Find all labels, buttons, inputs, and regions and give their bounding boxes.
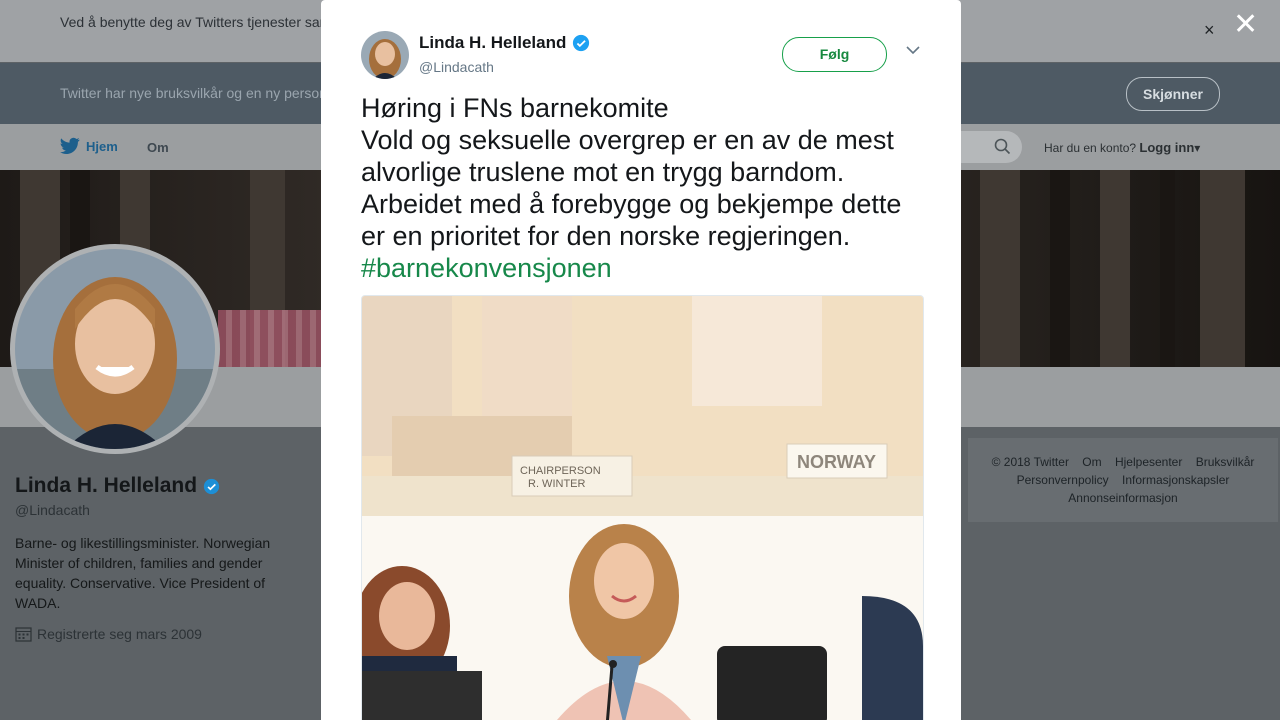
search-icon[interactable] bbox=[994, 138, 1011, 155]
footer-copyright: © 2018 Twitter bbox=[991, 455, 1069, 469]
footer-link-cookies[interactable]: Informasjonskapsler bbox=[1122, 473, 1229, 487]
tweet-avatar[interactable] bbox=[361, 31, 409, 79]
tweet-text: Høring i FNs barnekomite Vold og seksuel… bbox=[361, 92, 931, 284]
tweet-author-handle[interactable]: @Lindacath bbox=[419, 59, 494, 75]
avatar-photo bbox=[15, 249, 215, 449]
footer-link-ads[interactable]: Annonseinformasjon bbox=[1068, 491, 1177, 505]
footer-link-terms[interactable]: Bruksvilkår bbox=[1196, 455, 1255, 469]
acknowledge-button[interactable]: Skjønner bbox=[1126, 77, 1220, 111]
profile-name-text: Linda H. Helleland bbox=[15, 474, 198, 497]
tweet-avatar-photo bbox=[361, 31, 409, 79]
chevron-down-icon[interactable] bbox=[906, 45, 920, 55]
tweet-photo[interactable]: CHAIRPERSON R. WINTER NORWAY bbox=[361, 295, 924, 720]
photo-sign-chairperson: CHAIRPERSON bbox=[520, 465, 601, 477]
footer-link-privacy[interactable]: Personvernpolicy bbox=[1017, 473, 1109, 487]
profile-avatar[interactable] bbox=[10, 244, 220, 454]
tweet-author-name[interactable]: Linda H. Helleland bbox=[419, 33, 590, 53]
follow-button[interactable]: Følg bbox=[782, 37, 887, 72]
joined-date-text: Registrerte seg mars 2009 bbox=[37, 626, 202, 642]
tweet-photo-image: CHAIRPERSON R. WINTER NORWAY bbox=[362, 296, 923, 720]
twitter-bird-icon bbox=[60, 137, 80, 154]
profile-handle[interactable]: @Lindacath bbox=[15, 502, 90, 518]
joined-date: Registrerte seg mars 2009 bbox=[15, 626, 202, 642]
hashtag-link[interactable]: #barnekonvensjonen bbox=[361, 252, 931, 284]
banner-choir bbox=[218, 310, 328, 367]
photo-sign-norway: NORWAY bbox=[797, 452, 876, 472]
account-prompt: Har du en konto? bbox=[1044, 141, 1137, 155]
login-link[interactable]: Logg inn bbox=[1139, 140, 1194, 155]
photo-sign-winter: R. WINTER bbox=[528, 478, 585, 490]
nav-about-link[interactable]: Om bbox=[147, 140, 169, 155]
footer-link-help[interactable]: Hjelpesenter bbox=[1115, 455, 1182, 469]
nav-home-label: Hjem bbox=[86, 138, 118, 154]
account-area: Har du en konto? Logg inn▾ bbox=[1044, 140, 1200, 155]
calendar-icon bbox=[15, 627, 32, 642]
caret-down-icon[interactable]: ▾ bbox=[1194, 141, 1200, 155]
profile-name: Linda H. Helleland bbox=[15, 474, 220, 498]
verified-badge-icon bbox=[573, 34, 590, 52]
verified-badge-icon bbox=[203, 478, 220, 494]
profile-bio: Barne- og likestillingsminister. Norwegi… bbox=[15, 535, 271, 611]
tweet-headline: Høring i FNs barnekomite bbox=[361, 93, 669, 123]
modal-close-icon[interactable]: ✕ bbox=[1233, 10, 1258, 40]
tweet-body: Vold og seksuelle overgrep er en av de m… bbox=[361, 125, 902, 251]
tweet-author-name-text: Linda H. Helleland bbox=[419, 33, 567, 52]
footer-links: © 2018 Twitter Om Hjelpesenter Bruksvilk… bbox=[978, 453, 1268, 507]
nav-home-link[interactable]: Hjem bbox=[60, 137, 118, 155]
close-icon[interactable]: × bbox=[1204, 20, 1215, 41]
footer-link-about[interactable]: Om bbox=[1082, 455, 1101, 469]
tweet-modal: Linda H. Helleland @Lindacath Følg Hørin… bbox=[321, 0, 961, 720]
